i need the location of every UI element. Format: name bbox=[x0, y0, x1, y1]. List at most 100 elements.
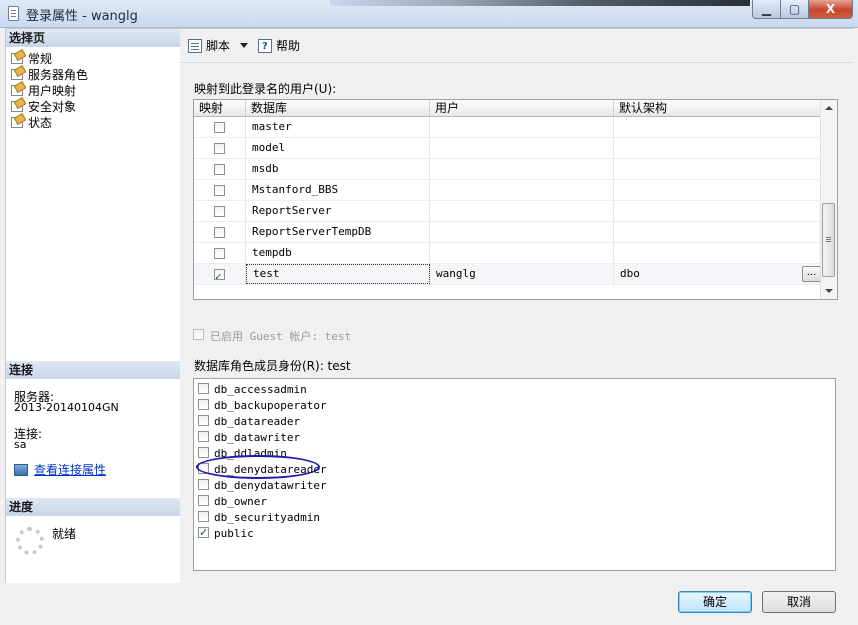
script-label: 脚本 bbox=[206, 39, 231, 53]
user-cell[interactable] bbox=[430, 180, 614, 200]
role-item[interactable]: db_denydatareader bbox=[198, 461, 327, 477]
script-dropdown-arrow-icon[interactable] bbox=[240, 43, 248, 48]
properties-icon bbox=[14, 464, 28, 476]
grid-row[interactable]: msdb bbox=[194, 159, 821, 180]
default-schema-cell[interactable] bbox=[614, 117, 821, 137]
database-cell[interactable]: ReportServerTempDB bbox=[246, 222, 430, 242]
page-item-general[interactable]: 常规 bbox=[10, 51, 52, 67]
view-connection-properties-link[interactable]: 查看连接属性 bbox=[14, 461, 106, 478]
database-cell[interactable]: tempdb bbox=[246, 243, 430, 263]
role-name: db_ddladmin bbox=[214, 447, 287, 460]
scroll-up-arrow-icon[interactable] bbox=[825, 106, 833, 110]
default-schema-cell[interactable] bbox=[614, 180, 821, 200]
map-checkbox[interactable] bbox=[214, 163, 225, 175]
role-item[interactable]: db_backupoperator bbox=[198, 397, 327, 413]
left-panel: 选择页 常规 服务器角色 用户映射 安全对象 状态 连接 服务器: 2013-20140… bbox=[5, 28, 181, 585]
role-item[interactable]: db_datareader bbox=[198, 413, 300, 429]
grid-row[interactable]: ReportServerTempDB bbox=[194, 222, 821, 243]
role-item[interactable]: public bbox=[198, 525, 254, 541]
database-cell[interactable]: ReportServer bbox=[246, 201, 430, 221]
map-checkbox[interactable] bbox=[214, 205, 225, 217]
role-checkbox[interactable] bbox=[198, 383, 209, 394]
ok-button[interactable]: 确定 bbox=[678, 591, 752, 613]
page-item-status[interactable]: 状态 bbox=[10, 115, 52, 131]
grid-row[interactable]: model bbox=[194, 138, 821, 159]
map-checkbox[interactable] bbox=[214, 142, 225, 154]
default-schema-cell[interactable] bbox=[614, 201, 821, 221]
grid-row[interactable]: ReportServer bbox=[194, 201, 821, 222]
column-header-user[interactable]: 用户 bbox=[430, 100, 614, 116]
user-cell[interactable] bbox=[430, 138, 614, 158]
role-item[interactable]: db_denydatawriter bbox=[198, 477, 327, 493]
role-item[interactable]: db_datawriter bbox=[198, 429, 300, 445]
role-checkbox[interactable] bbox=[198, 399, 209, 410]
role-name: db_datawriter bbox=[214, 431, 301, 444]
column-header-default-schema[interactable]: 默认架构 bbox=[614, 100, 821, 116]
user-cell[interactable] bbox=[430, 117, 614, 137]
map-checkbox[interactable] bbox=[214, 226, 225, 238]
grid-vertical-scrollbar[interactable] bbox=[820, 100, 837, 299]
column-header-map[interactable]: 映射 bbox=[194, 100, 246, 116]
map-checkbox[interactable] bbox=[214, 184, 225, 196]
user-cell[interactable] bbox=[430, 159, 614, 179]
help-button[interactable]: 帮助 bbox=[258, 37, 300, 56]
scroll-thumb[interactable] bbox=[822, 203, 835, 277]
role-name: db_owner bbox=[214, 495, 267, 508]
database-cell[interactable]: test bbox=[246, 264, 430, 284]
maximize-button[interactable]: ▢ bbox=[780, 0, 809, 19]
role-checkbox[interactable] bbox=[198, 463, 209, 474]
role-checkbox[interactable] bbox=[198, 511, 209, 522]
role-checkbox[interactable] bbox=[198, 415, 209, 426]
schema-browse-button[interactable]: ... bbox=[802, 266, 821, 282]
role-item[interactable]: db_accessadmin bbox=[198, 381, 307, 397]
role-checkbox[interactable] bbox=[198, 447, 209, 458]
right-panel: 脚本 帮助 映射到此登录名的用户(U): 映射 数据库 用户 默认架构 mast… bbox=[180, 28, 853, 584]
role-membership-list[interactable]: db_accessadmin db_backupoperator db_datare… bbox=[193, 378, 836, 571]
database-cell[interactable]: model bbox=[246, 138, 430, 158]
document-icon bbox=[8, 6, 19, 21]
connection-value: sa bbox=[14, 438, 27, 451]
database-cell[interactable]: master bbox=[246, 117, 430, 137]
page-item-securables[interactable]: 安全对象 bbox=[10, 99, 76, 115]
default-schema-cell[interactable] bbox=[614, 159, 821, 179]
map-checkbox[interactable] bbox=[214, 121, 225, 133]
grid-header: 映射 数据库 用户 默认架构 bbox=[194, 100, 821, 117]
role-checkbox[interactable] bbox=[198, 479, 209, 490]
default-schema-cell[interactable] bbox=[614, 138, 821, 158]
role-name: db_denydatareader bbox=[214, 463, 327, 476]
grid-row[interactable]: tempdb bbox=[194, 243, 821, 264]
user-mapping-grid[interactable]: 映射 数据库 用户 默认架构 master model msdb Mstanford_… bbox=[193, 99, 838, 300]
default-schema-cell[interactable] bbox=[614, 222, 821, 242]
script-button[interactable]: 脚本 bbox=[188, 37, 230, 55]
role-checkbox[interactable] bbox=[198, 525, 209, 541]
default-schema-cell[interactable]: dbo bbox=[614, 264, 821, 284]
role-name: public bbox=[214, 527, 254, 540]
role-item[interactable]: db_securityadmin bbox=[198, 509, 320, 525]
scroll-down-arrow-icon[interactable] bbox=[825, 289, 833, 293]
role-checkbox[interactable] bbox=[198, 431, 209, 442]
column-header-database[interactable]: 数据库 bbox=[246, 100, 430, 116]
map-checkbox[interactable] bbox=[214, 267, 225, 287]
map-checkbox[interactable] bbox=[214, 247, 225, 259]
grid-row[interactable]: testwanglgdbo... bbox=[194, 264, 821, 287]
user-cell[interactable] bbox=[430, 243, 614, 263]
role-item[interactable]: db_owner bbox=[198, 493, 267, 509]
user-cell[interactable] bbox=[430, 201, 614, 221]
map-cell bbox=[194, 222, 246, 242]
role-checkbox[interactable] bbox=[198, 495, 209, 506]
map-cell bbox=[194, 180, 246, 200]
close-button[interactable]: X bbox=[808, 0, 853, 19]
role-item[interactable]: db_ddladmin bbox=[198, 445, 287, 461]
default-schema-cell[interactable] bbox=[614, 243, 821, 263]
progress-header: 进度 bbox=[6, 498, 180, 516]
grid-row[interactable]: master bbox=[194, 117, 821, 138]
grid-row[interactable]: Mstanford_BBS bbox=[194, 180, 821, 201]
user-cell[interactable]: wanglg bbox=[430, 264, 614, 284]
page-item-user-mapping[interactable]: 用户映射 bbox=[10, 83, 76, 99]
user-cell[interactable] bbox=[430, 222, 614, 242]
minimize-button[interactable]: ▁ bbox=[752, 0, 781, 19]
database-cell[interactable]: msdb bbox=[246, 159, 430, 179]
database-cell[interactable]: Mstanford_BBS bbox=[246, 180, 430, 200]
cancel-button[interactable]: 取消 bbox=[762, 591, 836, 613]
map-cell bbox=[194, 117, 246, 137]
